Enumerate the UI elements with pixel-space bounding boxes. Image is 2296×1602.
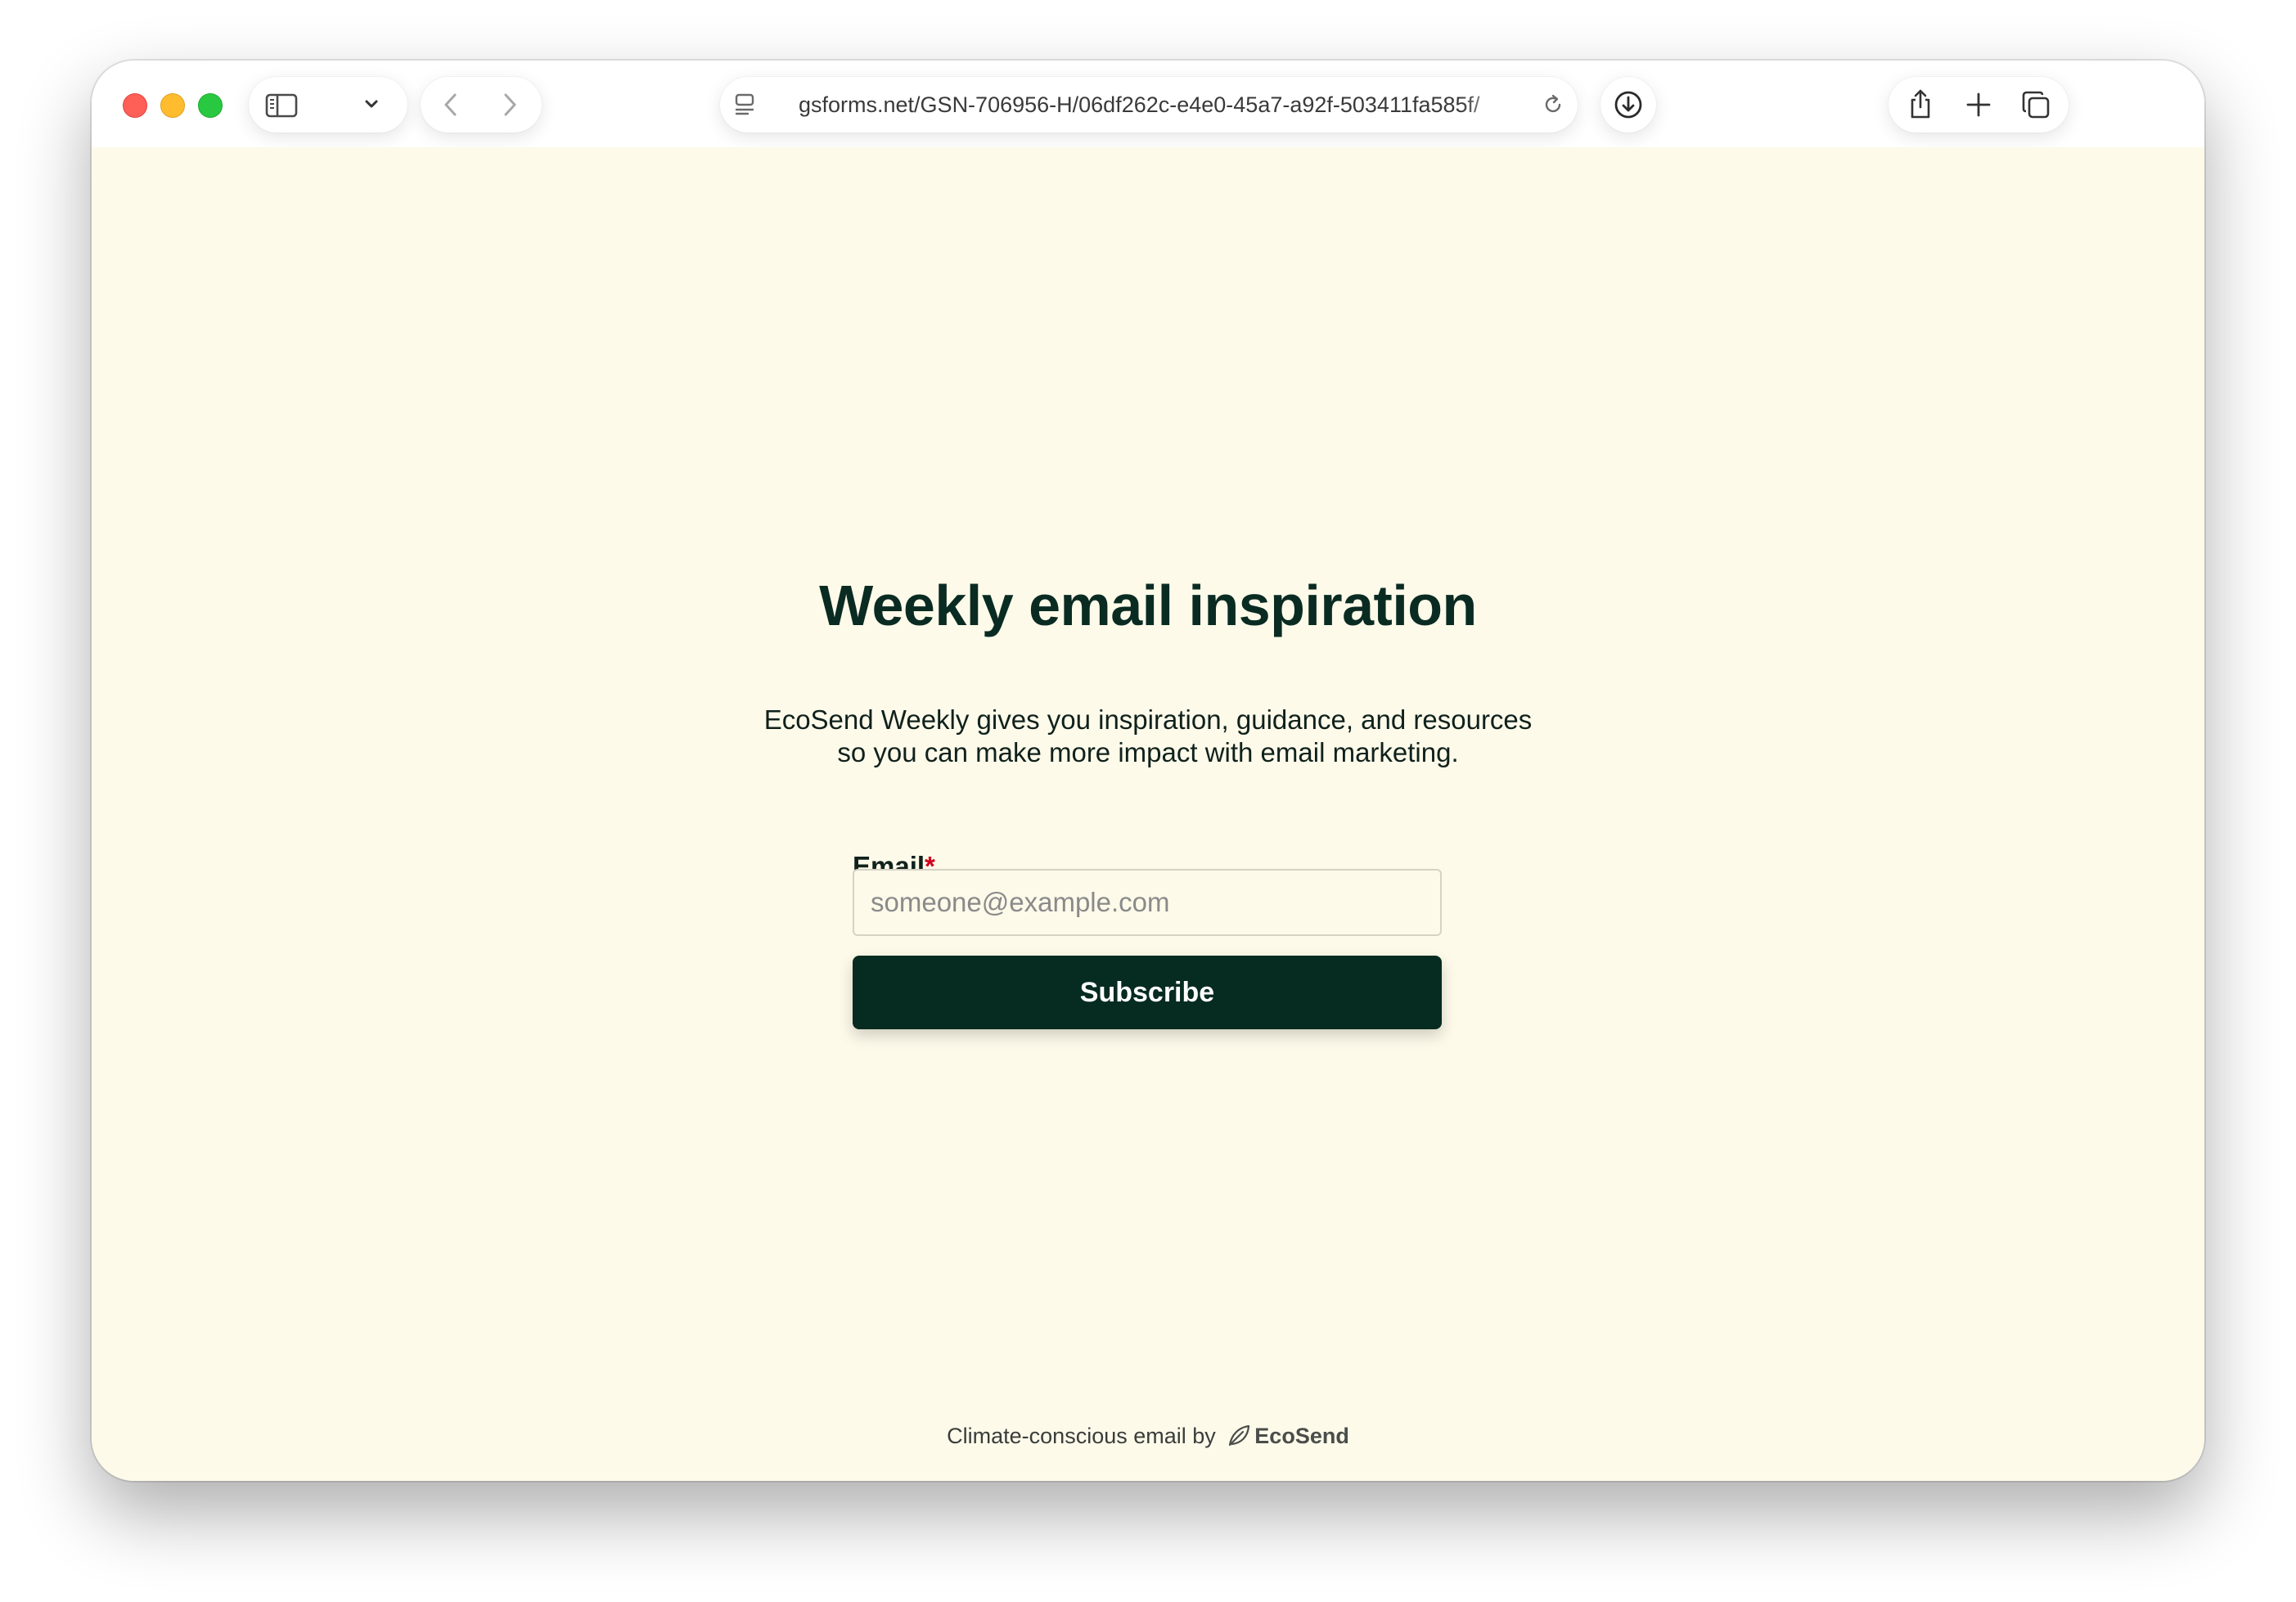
email-field[interactable] bbox=[853, 869, 1442, 936]
download-icon[interactable] bbox=[1614, 90, 1643, 119]
sidebar-controls bbox=[249, 77, 407, 133]
back-icon[interactable] bbox=[442, 92, 460, 118]
tabs-overview-icon[interactable] bbox=[2021, 90, 2051, 119]
footer-brand-link[interactable]: EcoSend bbox=[1254, 1424, 1349, 1448]
url-text[interactable]: gsforms.net/GSN-706956-H/06df262c-e4e0-4… bbox=[799, 77, 1519, 133]
share-icon[interactable] bbox=[1907, 88, 1934, 119]
toolbar-actions bbox=[1889, 77, 2069, 133]
page-content: Weekly email inspiration EcoSend Weekly … bbox=[92, 147, 2204, 1481]
page-title: Weekly email inspiration bbox=[819, 574, 1477, 637]
new-tab-icon[interactable] bbox=[1965, 92, 1992, 118]
chevron-down-icon[interactable] bbox=[363, 98, 380, 111]
download-button[interactable] bbox=[1600, 77, 1656, 133]
reload-icon[interactable] bbox=[1542, 93, 1564, 116]
leaf-icon bbox=[1229, 1424, 1250, 1447]
zoom-window-button[interactable] bbox=[198, 93, 223, 118]
description-line-1: EcoSend Weekly gives you inspiration, gu… bbox=[763, 704, 1533, 735]
forward-icon[interactable] bbox=[501, 92, 519, 118]
footer-credit: Climate-conscious email by EcoSend bbox=[92, 1424, 2204, 1449]
navigation-controls bbox=[421, 77, 542, 133]
page-menu-icon[interactable] bbox=[735, 93, 756, 116]
close-window-button[interactable] bbox=[123, 93, 147, 118]
minimize-window-button[interactable] bbox=[160, 93, 185, 118]
description-line-2: so you can make more impact with email m… bbox=[837, 737, 1459, 767]
screenshot-stage: gsforms.net/GSN-706956-H/06df262c-e4e0-4… bbox=[0, 0, 2296, 1602]
browser-window: gsforms.net/GSN-706956-H/06df262c-e4e0-4… bbox=[92, 61, 2204, 1481]
subscribe-button[interactable]: Subscribe bbox=[853, 956, 1442, 1029]
sidebar-icon[interactable] bbox=[265, 93, 298, 118]
address-bar[interactable]: gsforms.net/GSN-706956-H/06df262c-e4e0-4… bbox=[720, 77, 1578, 133]
form-description: EcoSend Weekly gives you inspiration, gu… bbox=[92, 704, 2204, 769]
footer-text: Climate-conscious email by bbox=[947, 1424, 1216, 1448]
browser-toolbar: gsforms.net/GSN-706956-H/06df262c-e4e0-4… bbox=[92, 61, 2204, 147]
